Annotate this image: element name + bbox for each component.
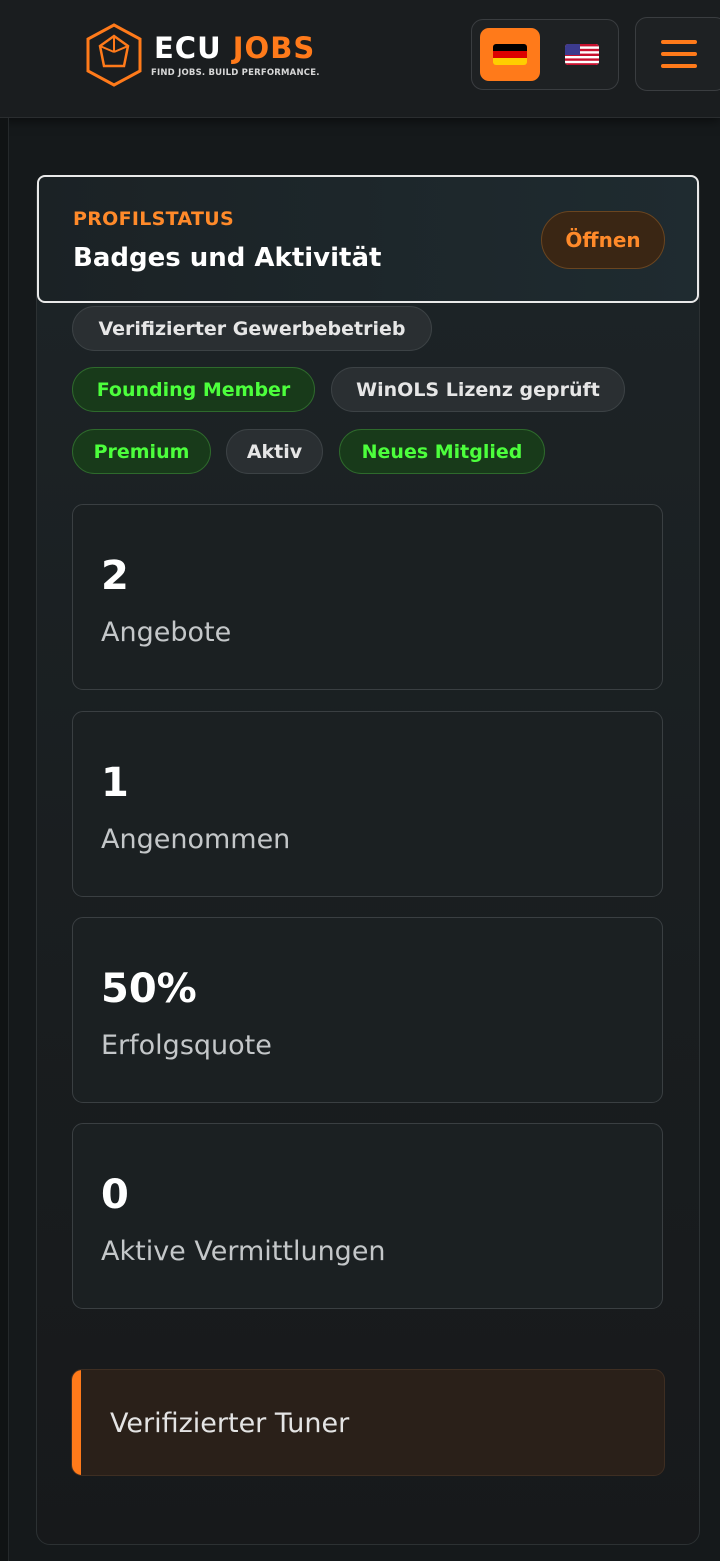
stat-value: 0	[101, 1172, 129, 1218]
stat-label: Angebote	[101, 617, 232, 648]
stat-card-success-rate: 50% Erfolgsquote	[72, 917, 663, 1103]
stat-label: Aktive Vermittlungen	[101, 1236, 386, 1267]
logo-tagline: FIND JOBS. BUILD PERFORMANCE.	[151, 68, 320, 78]
app-logo[interactable]: ECU JOBS FIND JOBS. BUILD PERFORMANCE.	[84, 22, 344, 88]
profile-status-kicker: PROFILSTATUS	[73, 208, 234, 230]
hamburger-menu-icon	[661, 40, 697, 44]
hamburger-menu-icon-bar	[661, 52, 697, 56]
app-header: ECU JOBS FIND JOBS. BUILD PERFORMANCE.	[0, 0, 720, 118]
hamburger-menu-button[interactable]	[635, 17, 720, 91]
logo-word-jobs: JOBS	[232, 31, 316, 65]
us-flag-icon	[565, 44, 599, 65]
language-switcher	[471, 19, 619, 90]
logo-word-ecu: ECU	[154, 31, 222, 65]
badge-founding-member: Founding Member	[72, 367, 315, 412]
profile-status-header[interactable]: PROFILSTATUS Badges und Aktivität Öffnen	[37, 175, 699, 303]
stat-label: Erfolgsquote	[101, 1030, 272, 1061]
verified-tuner-label: Verifizierter Tuner	[110, 1408, 350, 1439]
profile-status-title: Badges und Aktivität	[73, 243, 382, 273]
stat-card-accepted: 1 Angenommen	[72, 711, 663, 897]
accent-bar	[72, 1370, 81, 1475]
stat-value: 50%	[101, 966, 197, 1012]
badge-premium: Premium	[72, 429, 211, 474]
stat-card-active-placements: 0 Aktive Vermittlungen	[72, 1123, 663, 1309]
badge-new-member: Neues Mitglied	[339, 429, 545, 474]
hexagon-logo-icon	[86, 23, 142, 87]
hamburger-menu-icon-bar	[661, 64, 697, 68]
open-button[interactable]: Öffnen	[541, 211, 665, 269]
stat-value: 2	[101, 553, 129, 599]
stat-value: 1	[101, 760, 129, 806]
verified-tuner-banner: Verifizierter Tuner	[71, 1369, 665, 1476]
sidebar-edge	[0, 118, 9, 1561]
logo-title: ECU JOBS	[154, 31, 315, 65]
language-de-button[interactable]	[480, 28, 540, 81]
badge-verified-business: Verifizierter Gewerbebetrieb	[72, 306, 432, 351]
stat-card-offers: 2 Angebote	[72, 504, 663, 690]
language-en-button[interactable]	[552, 28, 612, 81]
badge-winols-license: WinOLS Lizenz geprüft	[331, 367, 625, 412]
stat-label: Angenommen	[101, 824, 291, 855]
german-flag-icon	[493, 44, 527, 65]
badge-active: Aktiv	[226, 429, 323, 474]
